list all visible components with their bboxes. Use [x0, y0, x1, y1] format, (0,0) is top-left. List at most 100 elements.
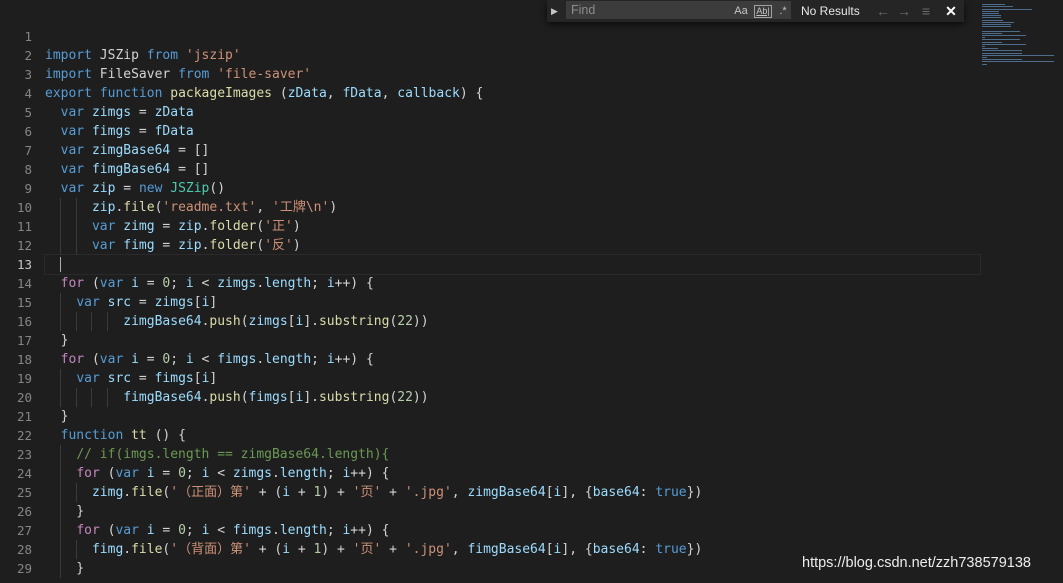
code-line[interactable]: zip.file('readme.txt', '工牌\n') — [45, 198, 980, 217]
code-token: i — [326, 276, 335, 291]
code-token: for — [76, 523, 100, 538]
code-token: 'jszip' — [185, 48, 241, 63]
minimap-line — [982, 59, 1022, 61]
code-token: from — [178, 67, 210, 82]
line-number: 26 — [16, 504, 32, 519]
code-token: }) — [686, 542, 703, 557]
code-token: [ — [287, 314, 296, 329]
code-token: fimgs — [91, 124, 132, 139]
code-token: i — [131, 352, 139, 367]
code-line[interactable]: var fimgBase64 = [] — [45, 160, 980, 179]
code-line[interactable]: } — [45, 502, 980, 521]
match-case-toggle[interactable]: Aa — [733, 3, 749, 19]
code-line[interactable]: var zimgBase64 = [] — [45, 141, 980, 160]
line-number: 29 — [16, 561, 32, 576]
code-token: 22 — [397, 390, 413, 405]
code-token: = — [154, 466, 179, 481]
code-token: ) — [292, 219, 301, 234]
previous-match-arrow-icon[interactable]: ← — [874, 2, 892, 20]
code-token: export — [45, 86, 92, 101]
code-token: var — [91, 219, 116, 234]
indent-guide — [75, 312, 77, 331]
next-match-arrow-icon[interactable]: → — [895, 2, 913, 20]
code-line[interactable]: for (var i = 0; i < zimgs.length; i++) { — [45, 274, 980, 293]
code-editor[interactable]: 1 2 3 4 5 6 7 8 9 10 11 12 13 14 15 16 17 18 19 20 21 22 23 24 2… — [0, 0, 981, 583]
minimap-line — [982, 57, 987, 58]
code-line[interactable]: var src = zimgs[i] — [45, 293, 980, 312]
indent-guide — [91, 312, 93, 331]
code-line[interactable]: function tt () { — [45, 426, 980, 445]
code-line[interactable]: for (var i = 0; i < fimgs.length; i++) { — [45, 350, 980, 369]
code-line[interactable]: for (var i = 0; i < fimgs.length; i++) { — [45, 521, 980, 540]
code-line[interactable]: zimg.file('（正面）第' + (i + 1) + '页' + '.jp… — [45, 483, 980, 502]
code-line[interactable] — [44, 254, 981, 275]
minimap-line — [982, 6, 1013, 8]
watermark-text: https://blog.csdn.net/zzh738579138 — [802, 555, 1031, 571]
line-number: 25 — [16, 485, 32, 500]
close-icon[interactable]: ✕ — [942, 2, 960, 20]
code-token: zimgs — [232, 466, 273, 481]
code-lines[interactable]: import JSZip from 'jszip' import FileSave… — [44, 27, 981, 578]
code-line[interactable]: var fimgs = fData — [45, 122, 980, 141]
code-line[interactable]: var fimg = zip.folder('反') — [45, 236, 980, 255]
minimap[interactable] — [980, 0, 1063, 90]
find-widget: ▶ Aa Ab| .* No Results ← → ≡ ✕ — [547, 0, 964, 22]
code-token: : — [639, 485, 656, 500]
code-token: zip — [178, 238, 202, 253]
code-token: JSZip — [91, 48, 147, 63]
code-token: = [] — [170, 162, 210, 177]
code-token: ( — [99, 523, 116, 538]
indent-guide — [106, 312, 108, 331]
code-line[interactable]: } — [45, 331, 980, 350]
indent-guide — [60, 198, 62, 217]
code-line[interactable]: export function packageImages (zData, fD… — [45, 84, 980, 103]
find-in-selection-icon[interactable]: ≡ — [917, 2, 935, 20]
code-line[interactable]: import JSZip from 'jszip' — [45, 46, 980, 65]
code-token: true — [655, 485, 687, 500]
code-line[interactable]: import FileSaver from 'file-saver' — [45, 65, 980, 84]
code-token: tt — [131, 428, 147, 443]
code-line[interactable]: var zimgs = zData — [45, 103, 980, 122]
code-token: 0 — [178, 466, 186, 481]
line-number: 24 — [16, 466, 32, 481]
code-token: fimg — [123, 238, 155, 253]
code-line[interactable]: zimgBase64.push(zimgs[i].substring(22)) — [45, 312, 980, 331]
code-line[interactable]: // if(imgs.length == zimgBase64.length){ — [45, 445, 980, 464]
code-token: ( — [256, 238, 265, 253]
code-line[interactable]: var zimg = zip.folder('正') — [45, 217, 980, 236]
toggle-replace-chevron-icon[interactable]: ▶ — [551, 4, 561, 18]
code-token: [ — [193, 295, 202, 310]
code-token: ( — [256, 219, 265, 234]
code-line[interactable]: } — [45, 407, 980, 426]
code-token: ], { — [561, 542, 593, 557]
code-line[interactable]: var zip = new JSZip() — [45, 179, 980, 198]
use-regex-toggle[interactable]: .* — [777, 3, 789, 19]
code-line[interactable]: fimgBase64.push(fimgs[i].substring(22)) — [45, 388, 980, 407]
minimap-line — [982, 8, 1033, 10]
code-token: zimgBase64 — [467, 485, 546, 500]
code-token: zimgs — [154, 295, 194, 310]
line-number: 7 — [24, 143, 32, 158]
code-token: fimgs — [217, 352, 257, 367]
minimap-line — [982, 41, 1002, 43]
minimap-line — [982, 10, 1000, 12]
code-line[interactable]: for (var i = 0; i < zimgs.length; i++) { — [45, 464, 980, 483]
text-cursor — [60, 257, 62, 272]
code-line[interactable]: var src = fimgs[i] — [45, 369, 980, 388]
match-whole-word-toggle[interactable]: Ab| — [754, 5, 772, 18]
code-token: [ — [545, 485, 554, 500]
code-token: : — [639, 542, 656, 557]
minimap-line — [982, 30, 1020, 32]
code-token: [ — [287, 390, 296, 405]
code-token: < — [209, 466, 233, 481]
line-number: 13 — [16, 257, 32, 272]
code-token: )) — [412, 314, 429, 329]
code-line[interactable] — [45, 27, 980, 46]
minimap-line — [982, 48, 999, 50]
code-token: push — [209, 390, 241, 405]
